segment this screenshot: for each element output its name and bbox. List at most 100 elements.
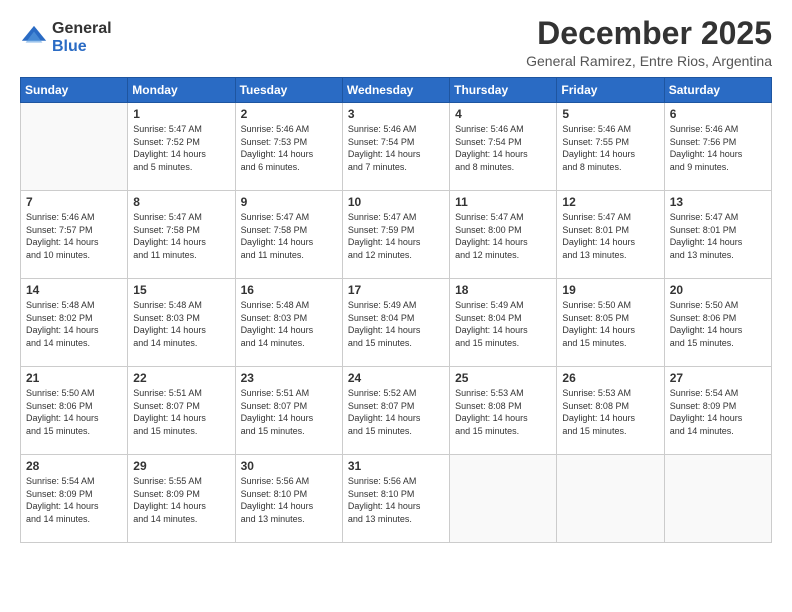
day-detail: Sunrise: 5:47 AM Sunset: 7:52 PM Dayligh… <box>133 123 229 173</box>
logo-icon <box>20 24 48 52</box>
day-cell: 3 Sunrise: 5:46 AM Sunset: 7:54 PM Daylig… <box>342 103 449 191</box>
day-detail: Sunrise: 5:47 AM Sunset: 7:58 PM Dayligh… <box>241 211 337 261</box>
day-number: 5 <box>562 107 658 121</box>
day-detail: Sunrise: 5:46 AM Sunset: 7:55 PM Dayligh… <box>562 123 658 173</box>
calendar-table: SundayMondayTuesdayWednesdayThursdayFrid… <box>20 77 772 543</box>
day-number: 25 <box>455 371 551 385</box>
day-cell <box>557 455 664 543</box>
logo-general: General <box>52 20 112 38</box>
day-cell: 31 Sunrise: 5:56 AM Sunset: 8:10 PM Dayli… <box>342 455 449 543</box>
day-cell: 5 Sunrise: 5:46 AM Sunset: 7:55 PM Daylig… <box>557 103 664 191</box>
day-number: 22 <box>133 371 229 385</box>
header-row: SundayMondayTuesdayWednesdayThursdayFrid… <box>21 78 772 103</box>
main-title: December 2025 <box>526 16 772 51</box>
day-number: 26 <box>562 371 658 385</box>
header-cell-wednesday: Wednesday <box>342 78 449 103</box>
day-number: 13 <box>670 195 766 209</box>
day-detail: Sunrise: 5:47 AM Sunset: 7:59 PM Dayligh… <box>348 211 444 261</box>
day-detail: Sunrise: 5:47 AM Sunset: 7:58 PM Dayligh… <box>133 211 229 261</box>
header-cell-thursday: Thursday <box>450 78 557 103</box>
day-number: 17 <box>348 283 444 297</box>
day-number: 7 <box>26 195 122 209</box>
day-number: 6 <box>670 107 766 121</box>
day-cell: 4 Sunrise: 5:46 AM Sunset: 7:54 PM Daylig… <box>450 103 557 191</box>
header-cell-sunday: Sunday <box>21 78 128 103</box>
day-detail: Sunrise: 5:46 AM Sunset: 7:56 PM Dayligh… <box>670 123 766 173</box>
day-detail: Sunrise: 5:56 AM Sunset: 8:10 PM Dayligh… <box>241 475 337 525</box>
day-cell: 11Sunrise: 5:47 AM Sunset: 8:00 PM Dayli… <box>450 191 557 279</box>
day-cell: 16 Sunrise: 5:48 AM Sunset: 8:03 PM Dayli… <box>235 279 342 367</box>
day-cell: 26 Sunrise: 5:53 AM Sunset: 8:08 PM Dayli… <box>557 367 664 455</box>
day-detail: Sunrise: 5:54 AM Sunset: 8:09 PM Dayligh… <box>26 475 122 525</box>
day-number: 4 <box>455 107 551 121</box>
day-number: 24 <box>348 371 444 385</box>
day-number: 18 <box>455 283 551 297</box>
week-row-2: 14Sunrise: 5:48 AM Sunset: 8:02 PM Dayli… <box>21 279 772 367</box>
day-detail: Sunrise: 5:48 AM Sunset: 8:03 PM Dayligh… <box>241 299 337 349</box>
subtitle: General Ramirez, Entre Rios, Argentina <box>526 53 772 69</box>
day-cell: 24 Sunrise: 5:52 AM Sunset: 8:07 PM Dayli… <box>342 367 449 455</box>
day-detail: Sunrise: 5:54 AM Sunset: 8:09 PM Dayligh… <box>670 387 766 437</box>
day-number: 16 <box>241 283 337 297</box>
day-detail: Sunrise: 5:49 AM Sunset: 8:04 PM Dayligh… <box>455 299 551 349</box>
calendar-body: 1Sunrise: 5:47 AM Sunset: 7:52 PM Daylig… <box>21 103 772 543</box>
day-cell <box>21 103 128 191</box>
day-number: 19 <box>562 283 658 297</box>
day-cell: 18 Sunrise: 5:49 AM Sunset: 8:04 PM Dayli… <box>450 279 557 367</box>
header-cell-tuesday: Tuesday <box>235 78 342 103</box>
day-number: 28 <box>26 459 122 473</box>
day-cell: 14Sunrise: 5:48 AM Sunset: 8:02 PM Dayli… <box>21 279 128 367</box>
day-detail: Sunrise: 5:52 AM Sunset: 8:07 PM Dayligh… <box>348 387 444 437</box>
day-number: 15 <box>133 283 229 297</box>
week-row-0: 1Sunrise: 5:47 AM Sunset: 7:52 PM Daylig… <box>21 103 772 191</box>
day-cell: 27Sunrise: 5:54 AM Sunset: 8:09 PM Dayli… <box>664 367 771 455</box>
day-detail: Sunrise: 5:53 AM Sunset: 8:08 PM Dayligh… <box>562 387 658 437</box>
day-cell: 6 Sunrise: 5:46 AM Sunset: 7:56 PM Daylig… <box>664 103 771 191</box>
day-detail: Sunrise: 5:50 AM Sunset: 8:06 PM Dayligh… <box>26 387 122 437</box>
logo: General Blue <box>20 20 112 55</box>
day-number: 30 <box>241 459 337 473</box>
logo-text: General Blue <box>52 20 112 55</box>
day-cell: 28 Sunrise: 5:54 AM Sunset: 8:09 PM Dayli… <box>21 455 128 543</box>
day-cell: 8 Sunrise: 5:47 AM Sunset: 7:58 PM Daylig… <box>128 191 235 279</box>
day-number: 2 <box>241 107 337 121</box>
day-number: 9 <box>241 195 337 209</box>
logo-blue: Blue <box>52 38 112 56</box>
title-block: December 2025 General Ramirez, Entre Rio… <box>526 16 772 69</box>
day-cell: 15Sunrise: 5:48 AM Sunset: 8:03 PM Dayli… <box>128 279 235 367</box>
week-row-3: 21Sunrise: 5:50 AM Sunset: 8:06 PM Dayli… <box>21 367 772 455</box>
day-number: 10 <box>348 195 444 209</box>
day-number: 8 <box>133 195 229 209</box>
day-cell: 23Sunrise: 5:51 AM Sunset: 8:07 PM Dayli… <box>235 367 342 455</box>
day-number: 23 <box>241 371 337 385</box>
day-cell: 29Sunrise: 5:55 AM Sunset: 8:09 PM Dayli… <box>128 455 235 543</box>
day-cell: 22 Sunrise: 5:51 AM Sunset: 8:07 PM Dayli… <box>128 367 235 455</box>
header-cell-friday: Friday <box>557 78 664 103</box>
day-number: 31 <box>348 459 444 473</box>
day-detail: Sunrise: 5:47 AM Sunset: 8:01 PM Dayligh… <box>562 211 658 261</box>
day-cell: 17 Sunrise: 5:49 AM Sunset: 8:04 PM Dayli… <box>342 279 449 367</box>
day-cell: 30 Sunrise: 5:56 AM Sunset: 8:10 PM Dayli… <box>235 455 342 543</box>
day-cell: 13 Sunrise: 5:47 AM Sunset: 8:01 PM Dayli… <box>664 191 771 279</box>
header: General Blue December 2025 General Ramir… <box>20 16 772 69</box>
day-cell: 1Sunrise: 5:47 AM Sunset: 7:52 PM Daylig… <box>128 103 235 191</box>
day-number: 11 <box>455 195 551 209</box>
day-cell: 19 Sunrise: 5:50 AM Sunset: 8:05 PM Dayli… <box>557 279 664 367</box>
day-detail: Sunrise: 5:46 AM Sunset: 7:54 PM Dayligh… <box>348 123 444 173</box>
day-detail: Sunrise: 5:56 AM Sunset: 8:10 PM Dayligh… <box>348 475 444 525</box>
header-cell-monday: Monday <box>128 78 235 103</box>
day-detail: Sunrise: 5:49 AM Sunset: 8:04 PM Dayligh… <box>348 299 444 349</box>
day-detail: Sunrise: 5:50 AM Sunset: 8:05 PM Dayligh… <box>562 299 658 349</box>
day-detail: Sunrise: 5:51 AM Sunset: 8:07 PM Dayligh… <box>133 387 229 437</box>
day-detail: Sunrise: 5:46 AM Sunset: 7:54 PM Dayligh… <box>455 123 551 173</box>
day-cell: 9 Sunrise: 5:47 AM Sunset: 7:58 PM Daylig… <box>235 191 342 279</box>
day-number: 20 <box>670 283 766 297</box>
header-cell-saturday: Saturday <box>664 78 771 103</box>
day-cell: 10 Sunrise: 5:47 AM Sunset: 7:59 PM Dayli… <box>342 191 449 279</box>
day-cell: 21Sunrise: 5:50 AM Sunset: 8:06 PM Dayli… <box>21 367 128 455</box>
day-number: 3 <box>348 107 444 121</box>
day-detail: Sunrise: 5:47 AM Sunset: 8:01 PM Dayligh… <box>670 211 766 261</box>
day-number: 12 <box>562 195 658 209</box>
week-row-4: 28 Sunrise: 5:54 AM Sunset: 8:09 PM Dayli… <box>21 455 772 543</box>
day-detail: Sunrise: 5:55 AM Sunset: 8:09 PM Dayligh… <box>133 475 229 525</box>
